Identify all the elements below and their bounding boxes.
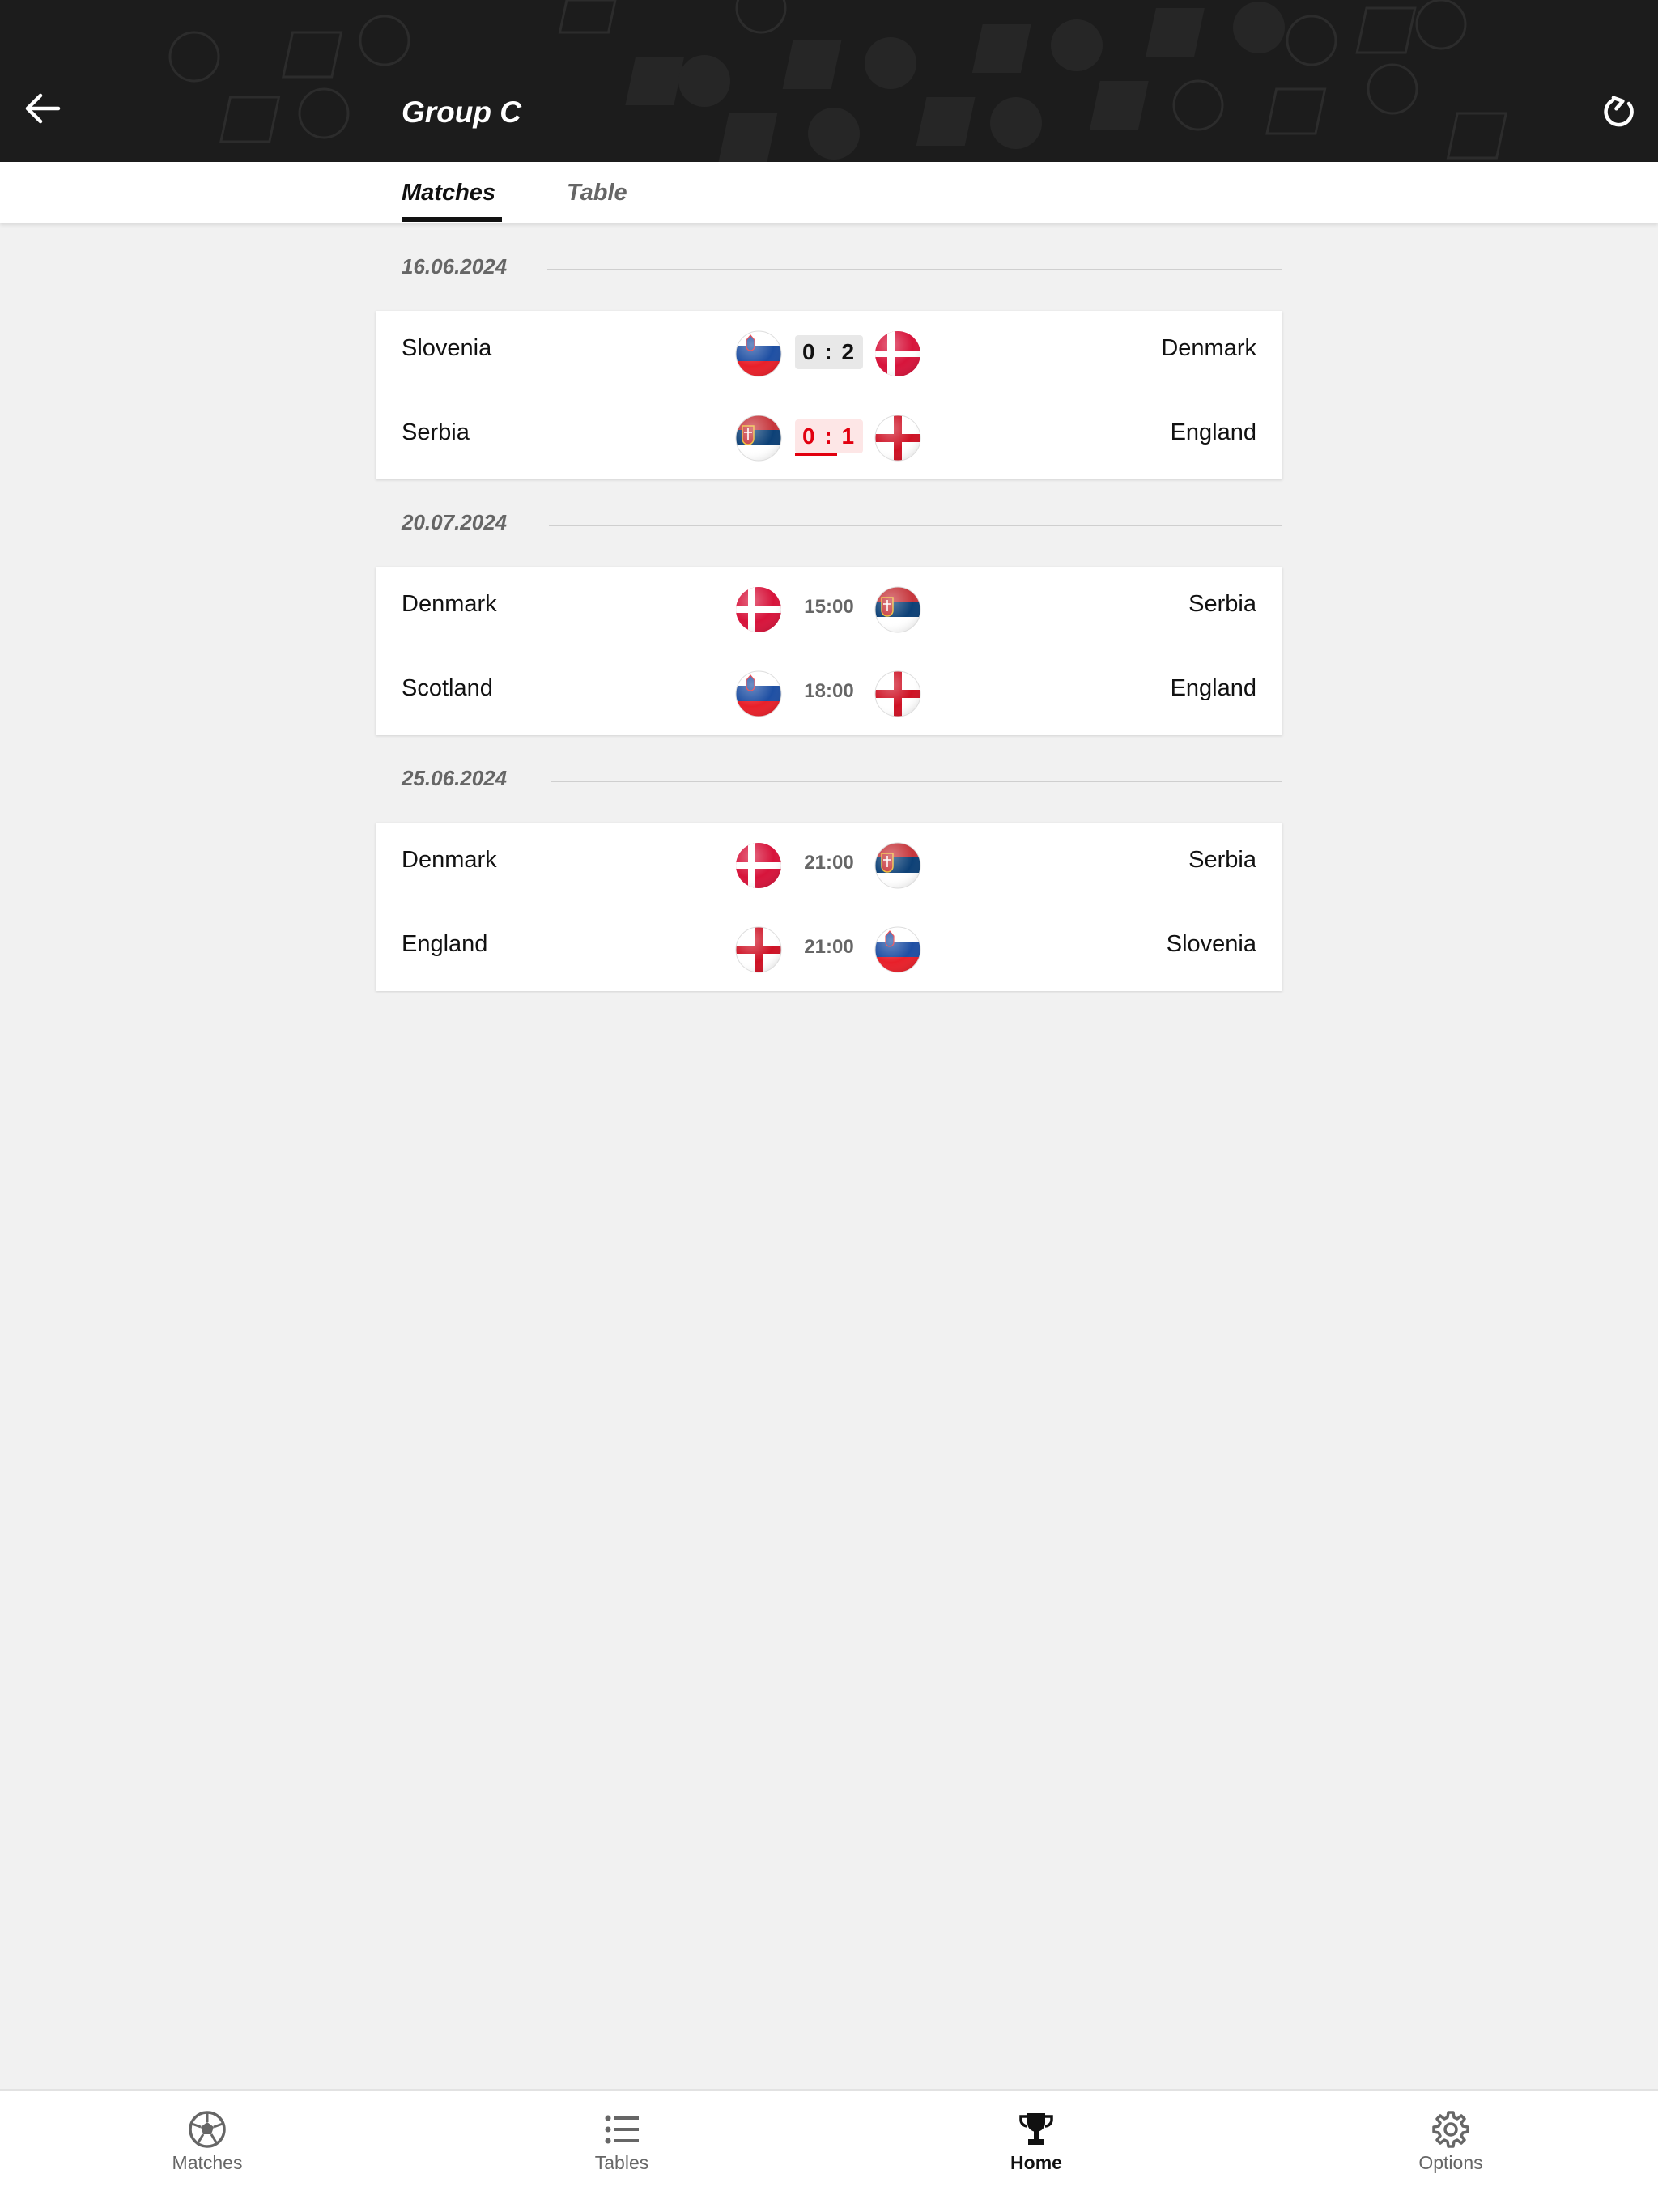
england-flag-icon xyxy=(735,926,782,973)
nav-home[interactable]: Home xyxy=(829,2091,1244,2180)
divider xyxy=(551,781,1282,782)
kickoff-time: 18:00 xyxy=(804,680,854,702)
date-header: 25.06.2024 xyxy=(402,766,1282,798)
away-team: Serbia xyxy=(1188,847,1256,873)
away-team: Serbia xyxy=(1188,591,1256,617)
denmark-flag-icon xyxy=(875,331,920,376)
kickoff-time: 15:00 xyxy=(804,596,854,618)
match-card: Denmark 15:00 Serbia Scotland 18:00 Engl… xyxy=(376,567,1282,735)
denmark-flag-icon xyxy=(736,587,781,632)
slovenia-flag-icon xyxy=(874,926,921,973)
home-team: Denmark xyxy=(402,591,497,617)
serbia-flag-icon xyxy=(874,842,921,889)
away-team: Slovenia xyxy=(1166,931,1256,957)
nav-tables[interactable]: Tables xyxy=(414,2091,829,2180)
match-card: Slovenia 0 : 2 Denmark Serbia 0 : 1 Engl… xyxy=(376,311,1282,479)
divider xyxy=(549,525,1282,526)
tab-table[interactable]: Table xyxy=(567,180,627,223)
match-row[interactable]: Serbia 0 : 1 England xyxy=(376,395,1282,479)
date-header: 16.06.2024 xyxy=(402,254,1282,287)
serbia-flag-icon xyxy=(874,586,921,633)
serbia-flag-icon xyxy=(735,415,782,462)
away-team: England xyxy=(1170,419,1256,445)
refresh-button[interactable] xyxy=(1595,87,1643,136)
slovenia-flag-icon xyxy=(735,330,782,377)
date-label: 16.06.2024 xyxy=(402,254,508,279)
tab-bar: Matches Table xyxy=(0,162,1658,223)
trophy-icon xyxy=(1019,2113,1053,2145)
date-header: 20.07.2024 xyxy=(402,510,1282,542)
match-row[interactable]: Scotland 18:00 England xyxy=(376,651,1282,735)
england-flag-icon xyxy=(874,415,921,462)
nav-label: Home xyxy=(1010,2152,1062,2173)
refresh-icon xyxy=(1604,96,1634,127)
nav-label: Matches xyxy=(172,2152,243,2173)
score: 0 : 2 xyxy=(795,335,863,369)
list-icon xyxy=(605,2115,639,2144)
app-header: Group C xyxy=(0,0,1658,162)
match-row[interactable]: Slovenia 0 : 2 Denmark xyxy=(376,311,1282,395)
denmark-flag-icon xyxy=(736,843,781,888)
away-team: England xyxy=(1170,675,1256,701)
nav-options[interactable]: Options xyxy=(1244,2091,1658,2180)
kickoff-time: 21:00 xyxy=(804,936,854,958)
home-team: Denmark xyxy=(402,847,497,873)
page-title: Group C xyxy=(402,96,521,129)
active-tab-indicator xyxy=(402,217,502,222)
date-label: 20.07.2024 xyxy=(402,510,508,534)
nav-label: Tables xyxy=(594,2152,649,2173)
home-team: Serbia xyxy=(402,419,470,445)
england-flag-icon xyxy=(874,670,921,717)
arrow-left-icon xyxy=(25,93,61,124)
home-team: England xyxy=(402,931,488,957)
date-label: 25.06.2024 xyxy=(402,766,508,790)
nav-label: Options xyxy=(1418,2152,1483,2173)
bottom-nav: Matches Tables Home Options xyxy=(0,2089,1658,2212)
nav-matches[interactable]: Matches xyxy=(0,2091,414,2180)
divider xyxy=(547,269,1282,270)
match-row[interactable]: Denmark 21:00 Serbia xyxy=(376,823,1282,907)
gear-icon xyxy=(1432,2111,1469,2148)
match-row[interactable]: Denmark 15:00 Serbia xyxy=(376,567,1282,651)
slovenia-flag-icon xyxy=(735,670,782,717)
match-card: Denmark 21:00 Serbia England 21:00 Slove… xyxy=(376,823,1282,991)
home-team: Scotland xyxy=(402,675,493,701)
away-team: Denmark xyxy=(1161,335,1256,361)
header-pattern xyxy=(168,0,1508,162)
soccer-ball-icon xyxy=(189,2111,226,2148)
live-score: 0 : 1 xyxy=(795,419,863,456)
match-row[interactable]: England 21:00 Slovenia xyxy=(376,907,1282,991)
back-button[interactable] xyxy=(18,84,66,133)
kickoff-time: 21:00 xyxy=(804,852,854,874)
home-team: Slovenia xyxy=(402,335,492,361)
